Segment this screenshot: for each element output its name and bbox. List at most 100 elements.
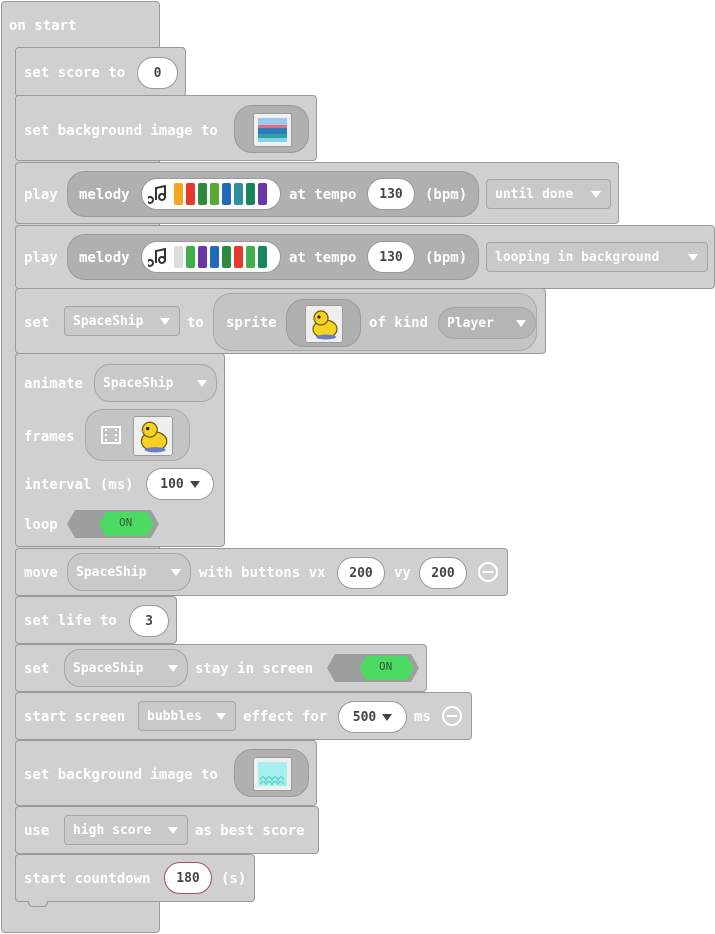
animate-label: animate: [24, 376, 84, 392]
music-note-icon: [148, 184, 166, 204]
use-label: use: [24, 823, 50, 839]
move-block[interactable]: move SpaceShip with buttons vx 200 vy 20…: [15, 548, 508, 596]
stay-state: ON: [379, 660, 393, 673]
move-label: move: [24, 565, 58, 581]
sprite-label: sprite: [226, 315, 277, 331]
background-image-picker[interactable]: [234, 749, 309, 797]
ms-label: ms: [414, 709, 431, 725]
sprite-create-reporter[interactable]: sprite of kind Player: [213, 293, 537, 351]
life-value-input[interactable]: 3: [129, 605, 169, 637]
playback-mode-value: until done: [495, 186, 574, 202]
set-background-block-2[interactable]: set background image to: [15, 740, 317, 806]
countdown-block[interactable]: start countdown 180 (s): [15, 854, 255, 902]
caret-down-icon: [216, 713, 226, 720]
animate-block[interactable]: animate SpaceShip frames interval (ms) 1…: [15, 353, 225, 547]
melody-note-bar: [222, 246, 231, 268]
vy-label: vy: [394, 565, 411, 581]
loop-toggle[interactable]: ON: [65, 509, 161, 539]
seconds-label: (s): [221, 871, 247, 887]
variable-value: SpaceShip: [73, 313, 144, 329]
best-score-block[interactable]: use high score as best score: [15, 806, 319, 854]
tempo-input-1[interactable]: 130: [367, 178, 415, 210]
effect-value: bubbles: [147, 708, 202, 724]
minus-circle-icon[interactable]: [442, 706, 462, 726]
set-life-block[interactable]: set life to 3: [15, 596, 177, 644]
film-strip-icon: [101, 426, 121, 444]
variable-value: SpaceShip: [76, 564, 147, 580]
melody-note-bar: [198, 183, 207, 205]
set-background-label: set background image to: [24, 123, 218, 139]
best-score-variable-dropdown[interactable]: high score: [64, 815, 188, 845]
set-background-block-1[interactable]: set background image to: [15, 95, 317, 161]
variable-value: high score: [73, 822, 152, 838]
on-start-arm: [2, 46, 15, 904]
melody-label: melody: [79, 250, 130, 266]
vy-input[interactable]: 200: [419, 557, 467, 589]
playback-mode-value: looping in background: [495, 249, 660, 265]
stay-variable-dropdown[interactable]: SpaceShip: [64, 649, 188, 687]
set-score-label: set score to: [24, 65, 126, 81]
sprite-variable-dropdown[interactable]: SpaceShip: [64, 306, 180, 336]
melody-note-bar: [222, 183, 231, 205]
play-melody-block-2[interactable]: play melody at tempo 130 (bpm) looping i…: [15, 225, 715, 289]
sprite-kind-dropdown[interactable]: Player: [438, 307, 536, 339]
melody-note-bar: [234, 183, 243, 205]
melody-reporter-1[interactable]: melody at tempo 130 (bpm): [67, 171, 479, 217]
set-score-block[interactable]: set score to 0: [15, 47, 186, 97]
variable-value: SpaceShip: [103, 375, 174, 391]
effect-dropdown[interactable]: bubbles: [138, 701, 236, 731]
frames-label: frames: [24, 429, 75, 445]
animate-variable-dropdown[interactable]: SpaceShip: [94, 364, 217, 402]
frames-picker[interactable]: [85, 409, 190, 461]
caret-down-icon: [160, 318, 170, 325]
vx-input[interactable]: 200: [337, 557, 385, 589]
caret-down-icon: [189, 480, 200, 488]
stay-in-screen-block[interactable]: set SpaceShip stay in screen ON: [15, 644, 427, 692]
tempo-input-2[interactable]: 130: [367, 241, 415, 273]
caret-down-icon: [171, 569, 181, 576]
melody-note-bar: [198, 246, 207, 268]
start-screen-label: start screen: [24, 709, 126, 725]
music-note-icon: [148, 247, 166, 267]
melody-editor-1[interactable]: [141, 178, 281, 210]
with-buttons-label: with buttons vx: [199, 565, 326, 581]
loop-state: ON: [119, 516, 133, 529]
set-label: set: [24, 315, 50, 331]
melody-label: melody: [79, 187, 130, 203]
interval-dropdown[interactable]: 100: [146, 468, 214, 500]
melody-note-bar: [258, 183, 267, 205]
move-variable-dropdown[interactable]: SpaceShip: [67, 553, 191, 591]
caret-down-icon: [688, 254, 698, 261]
melody-note-bar: [246, 183, 255, 205]
play-label: play: [24, 250, 58, 266]
minus-circle-icon[interactable]: [478, 562, 498, 582]
stay-toggle[interactable]: ON: [325, 653, 421, 683]
countdown-input[interactable]: 180: [164, 862, 212, 894]
melody-editor-2[interactable]: [141, 241, 281, 273]
score-value-input[interactable]: 0: [137, 57, 178, 89]
at-tempo-label: at tempo: [289, 250, 357, 266]
caret-down-icon: [382, 713, 393, 721]
melody-reporter-2[interactable]: melody at tempo 130 (bpm): [67, 234, 479, 280]
screen-effect-block[interactable]: start screen bubbles effect for 500 ms: [15, 692, 472, 740]
to-label: to: [187, 315, 204, 331]
set-life-label: set life to: [24, 613, 117, 629]
bpm-label: (bpm): [425, 250, 468, 266]
effect-for-label: effect for: [243, 709, 328, 725]
playback-mode-dropdown-2[interactable]: looping in background: [486, 242, 708, 272]
background-image-picker[interactable]: [234, 105, 309, 153]
stay-in-screen-label: stay in screen: [195, 661, 314, 677]
set-sprite-block[interactable]: set SpaceShip to sprite of kind Player: [15, 288, 546, 354]
effect-duration-dropdown[interactable]: 500: [338, 701, 407, 733]
melody-note-bar: [234, 246, 243, 268]
caret-down-icon: [516, 320, 526, 327]
playback-mode-dropdown-1[interactable]: until done: [486, 179, 611, 209]
caret-down-icon: [168, 665, 178, 672]
duration-value: 500: [352, 709, 377, 725]
on-start-label: on start: [9, 18, 77, 34]
interval-label: interval (ms): [24, 477, 134, 493]
as-best-score-label: as best score: [195, 823, 305, 839]
sprite-image-picker[interactable]: [286, 299, 361, 347]
melody-note-bar: [174, 246, 183, 268]
play-melody-block-1[interactable]: play melody at tempo 130 (bpm) until don…: [15, 162, 619, 224]
